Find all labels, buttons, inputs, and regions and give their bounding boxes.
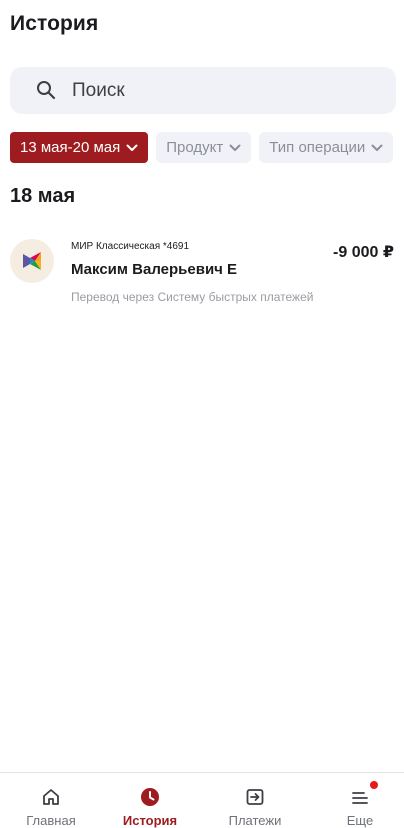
notification-badge [370, 781, 378, 789]
search-input[interactable]: Поиск [10, 67, 396, 114]
menu-icon [352, 792, 368, 804]
nav-label-history: История [122, 813, 178, 828]
nav-item-home[interactable]: Главная [11, 773, 91, 828]
filter-date-range[interactable]: 13 мая-20 мая [10, 132, 149, 163]
clock-icon [141, 788, 159, 806]
filter-bar: 13 мая-20 мая Продукт Тип операции [10, 132, 394, 163]
nav-label-payments: Платежи [228, 813, 282, 828]
nav-label-home: Главная [26, 813, 76, 828]
filter-operation-type-label: Тип операции [269, 139, 366, 156]
search-icon [37, 81, 56, 100]
home-icon [43, 789, 59, 805]
filter-operation-type[interactable]: Тип операции [259, 132, 394, 163]
sbp-logo-icon [10, 239, 54, 283]
search-placeholder: Поиск [72, 80, 125, 101]
chevron-down-icon [126, 144, 138, 151]
transaction-recipient: Максим Валерьевич Е [71, 261, 238, 278]
nav-item-history[interactable]: История [110, 773, 190, 828]
chevron-down-icon [371, 144, 383, 151]
nav-item-payments[interactable]: Платежи [215, 773, 295, 828]
transaction-card: МИР Классическая *4691 [71, 241, 190, 252]
filter-product[interactable]: Продукт [156, 132, 252, 163]
transaction-amount: -9 000 ₽ [333, 244, 394, 261]
filter-date-range-label: 13 мая-20 мая [20, 139, 121, 156]
date-group-header: 18 мая [10, 185, 76, 207]
chevron-down-icon [229, 144, 241, 151]
nav-label-more: Еще [346, 813, 374, 828]
bottom-nav: Главная История Платежи Еще [0, 772, 404, 828]
filter-product-label: Продукт [166, 139, 224, 156]
payment-arrow-icon [246, 789, 264, 805]
transaction-description: Перевод через Систему быстрых платежей [71, 290, 314, 304]
page-title: История [10, 12, 99, 35]
transaction-item[interactable]: МИР Классическая *4691 Максим Валерьевич… [0, 232, 404, 312]
nav-item-more[interactable]: Еще [320, 773, 400, 828]
